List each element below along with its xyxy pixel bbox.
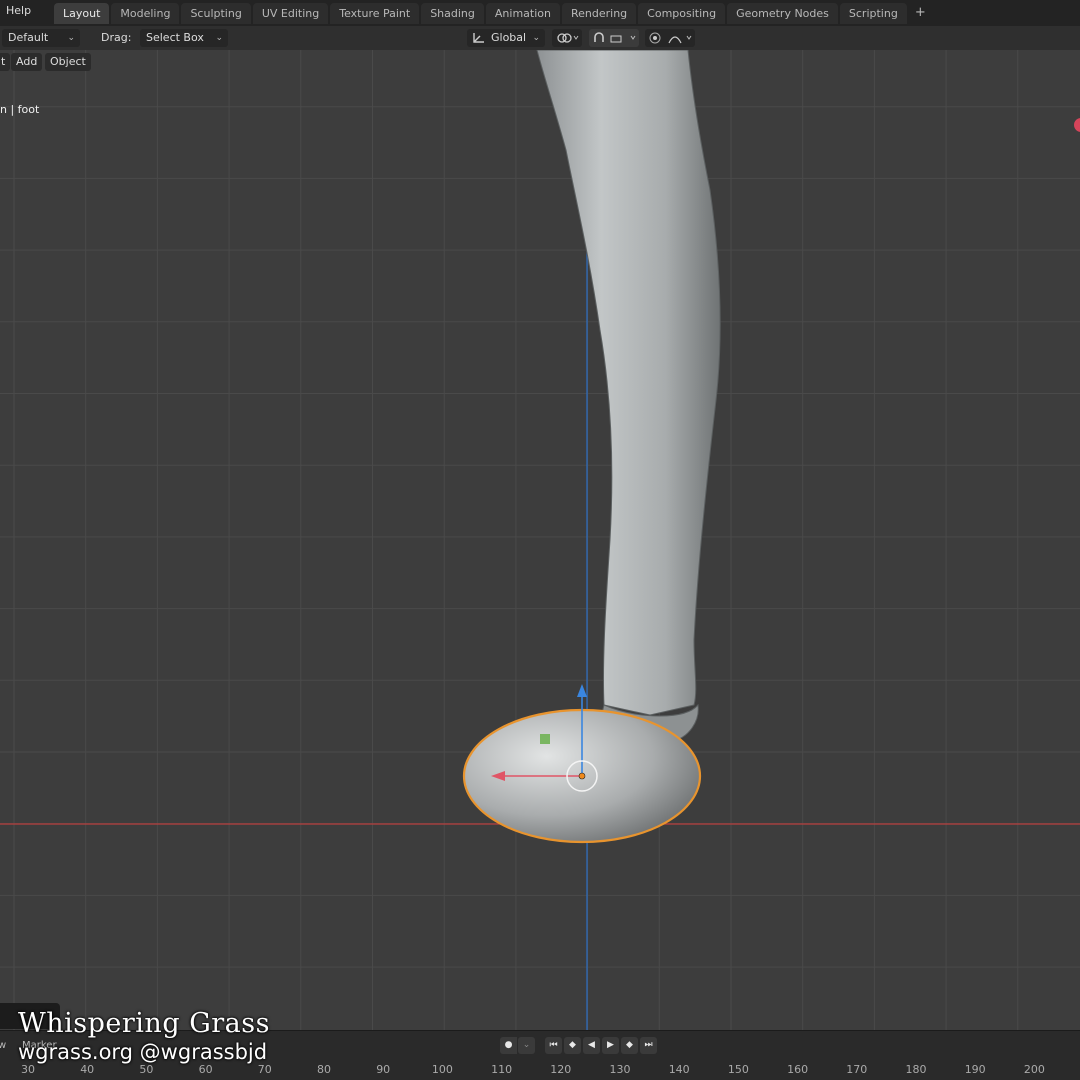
orientation-dropdown[interactable]: Global ⌄ bbox=[467, 29, 545, 47]
frame-tick-label: 110 bbox=[491, 1063, 513, 1076]
gizmo-z-arrow-icon[interactable] bbox=[577, 684, 587, 697]
frame-tick-label: 170 bbox=[846, 1063, 868, 1076]
falloff-icon bbox=[649, 32, 692, 44]
tab-rendering[interactable]: Rendering bbox=[561, 3, 637, 24]
tab-texture-paint[interactable]: Texture Paint bbox=[330, 3, 420, 24]
frame-tick-label: 100 bbox=[431, 1063, 453, 1076]
frame-tick-label: 150 bbox=[727, 1063, 749, 1076]
mode-value: Default bbox=[8, 31, 49, 44]
play-reverse-icon[interactable]: ◀ bbox=[583, 1037, 600, 1054]
tab-uv-editing[interactable]: UV Editing bbox=[252, 3, 329, 24]
tab-scripting[interactable]: Scripting bbox=[839, 3, 907, 24]
viewport-grid bbox=[0, 50, 1080, 1030]
frame-tick-label: 90 bbox=[376, 1063, 391, 1076]
add-workspace-button[interactable]: + bbox=[909, 3, 932, 22]
magnet-icon bbox=[594, 32, 636, 43]
frame-tick-label: 180 bbox=[905, 1063, 927, 1076]
snap-button[interactable] bbox=[589, 29, 639, 47]
workspace-tabs: Layout Modeling Sculpting UV Editing Tex… bbox=[54, 3, 932, 24]
chevron-down-icon: ⌄ bbox=[532, 33, 540, 43]
drag-label: Drag: bbox=[101, 31, 132, 44]
tab-layout[interactable]: Layout bbox=[54, 3, 110, 24]
frame-tick-label: 130 bbox=[609, 1063, 631, 1076]
frame-tick-label: 80 bbox=[317, 1063, 331, 1076]
drag-value: Select Box bbox=[146, 31, 204, 44]
frame-tick-label: 40 bbox=[80, 1063, 95, 1076]
menu-help[interactable]: Help bbox=[6, 4, 31, 17]
tab-sculpting[interactable]: Sculpting bbox=[181, 3, 251, 24]
timeline-menu-view[interactable]: w bbox=[0, 1040, 6, 1051]
tool-header: Default ⌄ Select Box ⌄ Global ⌄ bbox=[0, 26, 1080, 50]
frame-tick-label: 200 bbox=[1023, 1063, 1045, 1076]
jump-end-icon[interactable]: ⏭ bbox=[640, 1037, 657, 1054]
prev-keyframe-icon[interactable]: ◆ bbox=[564, 1037, 581, 1054]
tab-modeling[interactable]: Modeling bbox=[111, 3, 180, 24]
frame-tick-label: 70 bbox=[257, 1063, 272, 1076]
frame-tick-label: 60 bbox=[198, 1063, 213, 1076]
tab-animation[interactable]: Animation bbox=[485, 3, 560, 24]
watermark-subtitle: wgrass.org @wgrassbjd bbox=[18, 1040, 268, 1064]
play-icon[interactable]: ▶ bbox=[602, 1037, 619, 1054]
gizmo-plane-handle[interactable] bbox=[540, 734, 550, 744]
frame-tick-label: 140 bbox=[668, 1063, 690, 1076]
object-origin-dot bbox=[578, 772, 586, 780]
3d-viewport[interactable] bbox=[0, 50, 1080, 1030]
viewport-scene bbox=[0, 50, 1080, 1030]
chevron-down-icon[interactable]: ⌄ bbox=[518, 1037, 535, 1054]
drag-dropdown[interactable]: Select Box ⌄ bbox=[140, 29, 228, 47]
proportional-edit-button[interactable] bbox=[645, 29, 695, 47]
frame-tick-label: 30 bbox=[21, 1063, 35, 1076]
orientation-icon bbox=[473, 33, 484, 43]
next-keyframe-icon[interactable]: ◆ bbox=[621, 1037, 638, 1054]
watermark-title: Whispering Grass bbox=[18, 1008, 270, 1039]
record-icon[interactable]: ● bbox=[500, 1037, 517, 1054]
chevron-down-icon: ⌄ bbox=[215, 33, 223, 43]
viewport-menu-view[interactable]: t bbox=[0, 53, 11, 71]
tab-geometry-nodes[interactable]: Geometry Nodes bbox=[727, 3, 838, 24]
frame-tick-label: 190 bbox=[964, 1063, 986, 1076]
frame-tick-label: 160 bbox=[787, 1063, 809, 1076]
tab-compositing[interactable]: Compositing bbox=[638, 3, 726, 24]
pivot-point-button[interactable] bbox=[552, 29, 582, 47]
tab-shading[interactable]: Shading bbox=[421, 3, 484, 24]
top-bar: Help Layout Modeling Sculpting UV Editin… bbox=[0, 0, 1080, 26]
jump-start-icon[interactable]: ⏮ bbox=[545, 1037, 562, 1054]
object-info-text: n | foot bbox=[0, 103, 40, 116]
frame-tick-label: 50 bbox=[139, 1063, 154, 1076]
viewport-menu-object[interactable]: Object bbox=[45, 53, 91, 71]
leg-mesh[interactable] bbox=[536, 50, 721, 716]
chevron-down-icon: ⌄ bbox=[67, 33, 75, 43]
mode-dropdown[interactable]: Default ⌄ bbox=[2, 29, 80, 47]
link-icon bbox=[557, 33, 579, 43]
frame-tick-label: 120 bbox=[550, 1063, 572, 1076]
viewport-menu-add[interactable]: Add bbox=[11, 53, 43, 71]
orientation-value: Global bbox=[491, 31, 527, 44]
